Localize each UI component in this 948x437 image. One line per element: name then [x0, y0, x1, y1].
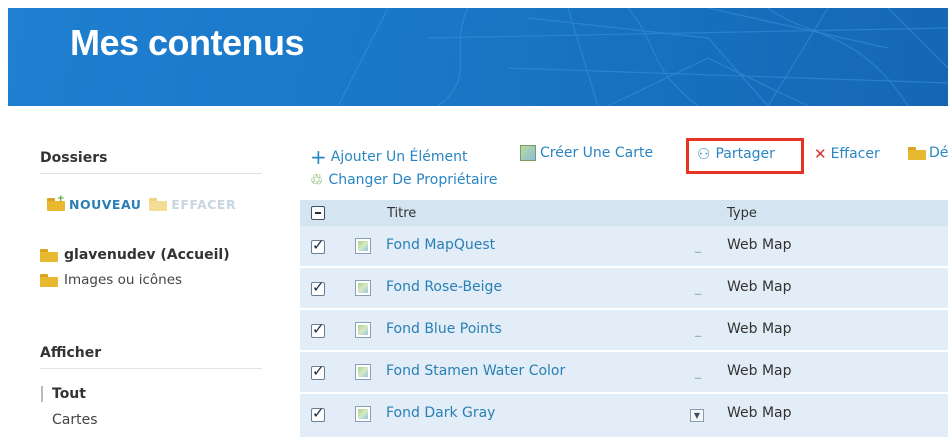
- plus-icon: +: [310, 145, 327, 169]
- table-row[interactable]: ✓ Fond Blue Points ▁ Web Map: [300, 310, 948, 350]
- item-title-link[interactable]: Fond MapQuest: [386, 237, 495, 253]
- web-map-icon: [355, 280, 371, 296]
- page-title: Mes contenus: [70, 22, 305, 63]
- item-title-link[interactable]: Fond Dark Gray: [386, 405, 495, 421]
- folder-label: glavenudev (Accueil): [64, 247, 230, 263]
- item-type: Web Map: [727, 321, 792, 337]
- map-icon: [520, 145, 536, 161]
- delete-folder-button[interactable]: EFFACER: [149, 197, 236, 212]
- page-banner: Mes contenus: [8, 8, 948, 106]
- folder-icon: [40, 273, 58, 287]
- chevron-down-icon[interactable]: ▁: [695, 370, 701, 379]
- folders-heading: Dossiers: [40, 150, 262, 174]
- change-owner-button[interactable]: ♲ Changer De Propriétaire: [310, 171, 497, 189]
- chevron-down-icon[interactable]: ▁: [695, 328, 701, 337]
- item-type: Web Map: [727, 237, 792, 253]
- folder-label: Images ou icônes: [64, 272, 183, 288]
- move-label: Dé: [929, 145, 948, 161]
- web-map-icon: [355, 406, 371, 422]
- item-title-link[interactable]: Fond Rose-Beige: [386, 279, 502, 295]
- add-item-button[interactable]: + Ajouter Un Élément: [310, 145, 468, 169]
- row-checkbox[interactable]: ✓: [311, 320, 325, 338]
- filter-all[interactable]: Tout: [52, 386, 86, 402]
- row-checkbox[interactable]: ✓: [311, 362, 325, 380]
- row-checkbox[interactable]: ✓: [311, 236, 325, 254]
- show-heading: Afficher: [40, 345, 262, 369]
- folder-item-images[interactable]: Images ou icônes: [40, 272, 182, 288]
- table-row[interactable]: ✓ Fond Stamen Water Color ▁ Web Map: [300, 352, 948, 392]
- create-map-label: Créer Une Carte: [540, 145, 654, 161]
- create-map-button[interactable]: Créer Une Carte: [520, 145, 653, 161]
- web-map-icon: [355, 322, 371, 338]
- select-all-checkbox[interactable]: [311, 206, 325, 220]
- share-highlight-box: [686, 138, 804, 174]
- move-button[interactable]: Dé: [908, 145, 948, 161]
- folder-actions: + NOUVEAU EFFACER: [47, 195, 244, 212]
- table-row[interactable]: ✓ Fond MapQuest ▁ Web Map: [300, 226, 948, 266]
- item-title-link[interactable]: Fond Blue Points: [386, 321, 502, 337]
- new-folder-label: NOUVEAU: [69, 197, 142, 212]
- row-checkbox[interactable]: ✓: [311, 278, 325, 296]
- table-header: Titre Type: [300, 200, 948, 226]
- table-row[interactable]: ✓ Fond Rose-Beige ▁ Web Map: [300, 268, 948, 308]
- column-type-header[interactable]: Type: [727, 206, 757, 221]
- chevron-down-icon[interactable]: ▼: [690, 409, 704, 422]
- filter-maps[interactable]: Cartes: [52, 412, 98, 428]
- item-type: Web Map: [727, 363, 792, 379]
- folder-icon: [908, 146, 926, 160]
- chevron-down-icon[interactable]: ▁: [695, 244, 701, 253]
- item-type: Web Map: [727, 405, 792, 421]
- content-table: Titre Type ✓ Fond MapQuest ▁ Web Map ✓ F…: [300, 200, 948, 437]
- new-folder-button[interactable]: + NOUVEAU: [47, 195, 142, 212]
- column-title-header[interactable]: Titre: [387, 206, 416, 221]
- new-folder-icon: +: [47, 195, 65, 211]
- delete-button[interactable]: ✕ Effacer: [814, 145, 880, 163]
- item-type: Web Map: [727, 279, 792, 295]
- folder-icon: [40, 248, 58, 262]
- delete-folder-label: EFFACER: [171, 197, 237, 212]
- chevron-down-icon[interactable]: ▁: [695, 286, 701, 295]
- change-owner-label: Changer De Propriétaire: [328, 172, 498, 188]
- delete-folder-icon: [149, 198, 168, 211]
- add-item-label: Ajouter Un Élément: [330, 149, 468, 165]
- web-map-icon: [355, 364, 371, 380]
- item-title-link[interactable]: Fond Stamen Water Color: [386, 363, 565, 379]
- row-checkbox[interactable]: ✓: [311, 404, 325, 422]
- delete-label: Effacer: [830, 146, 880, 162]
- active-filter-indicator: [41, 386, 43, 402]
- web-map-icon: [355, 238, 371, 254]
- folder-item-home[interactable]: glavenudev (Accueil): [40, 247, 230, 263]
- close-icon: ✕: [814, 145, 827, 163]
- user-change-icon: ♲: [310, 171, 324, 189]
- table-row[interactable]: ✓ Fond Dark Gray ▼ Web Map: [300, 394, 948, 437]
